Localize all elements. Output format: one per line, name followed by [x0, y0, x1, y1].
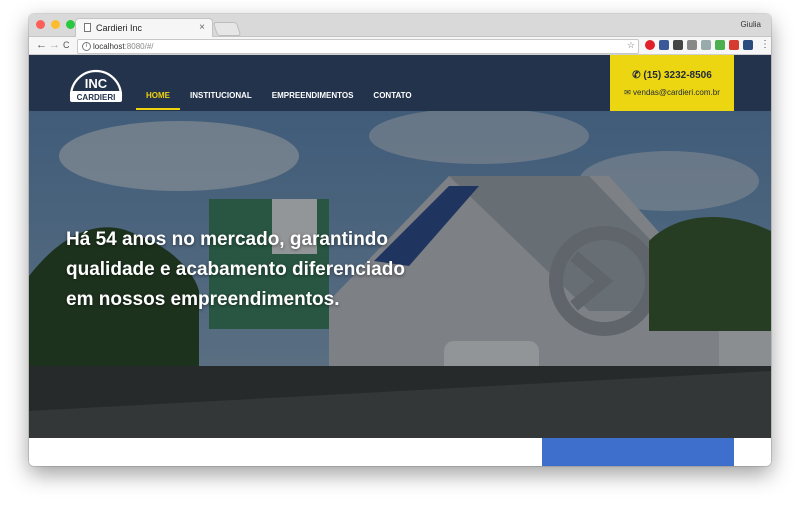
hero-line-3: em nossos empreendimentos.	[66, 289, 340, 310]
browser-window: Cardieri Inc × Giulia ← → C i localhost:…	[29, 14, 771, 466]
cardieri-logo[interactable]: INC CARDIERI	[68, 68, 124, 104]
hero-banner: Há 54 anos no mercado, garantindo qualid…	[29, 111, 771, 438]
contact-box: ✆ (15) 3232-8506 ✉ vendas@cardieri.com.b…	[610, 55, 734, 111]
nav-home[interactable]: HOME	[136, 85, 180, 110]
nav-empreendimentos[interactable]: EMPREENDIMENTOS	[262, 85, 364, 110]
extension-icon[interactable]	[687, 40, 697, 50]
envelope-icon: ✉	[624, 88, 631, 97]
logo-top-text: INC	[85, 76, 108, 91]
new-tab-button[interactable]	[212, 22, 242, 36]
cloud-extension-icon[interactable]	[701, 40, 711, 50]
zoom-window-button[interactable]	[66, 20, 75, 29]
hero-line-1: Há 54 anos no mercado, garantindo	[66, 229, 389, 250]
phone-icon: ✆	[632, 70, 641, 81]
window-controls	[36, 20, 75, 29]
minimize-window-button[interactable]	[51, 20, 60, 29]
extension-icon[interactable]	[743, 40, 753, 50]
extension-icon[interactable]	[729, 40, 739, 50]
featured-image-panel	[542, 438, 734, 466]
phone-line[interactable]: ✆ (15) 3232-8506	[610, 70, 734, 81]
email-address: vendas@cardieri.com.br	[633, 88, 720, 97]
phone-number: (15) 3232-8506	[643, 70, 712, 81]
url-text[interactable]: localhost:8080/#/	[93, 41, 154, 52]
site-header: INC CARDIERI HOME INSTITUCIONAL EMPREEND…	[29, 55, 771, 111]
tab-title: Cardieri Inc	[96, 23, 143, 33]
back-button[interactable]: ←	[36, 38, 47, 52]
reload-button[interactable]: C	[63, 38, 70, 52]
nav-institucional[interactable]: INSTITUCIONAL	[180, 85, 262, 110]
forward-button[interactable]: →	[49, 38, 60, 52]
extension-icon[interactable]	[715, 40, 725, 50]
hero-headline: Há 54 anos no mercado, garantindo qualid…	[66, 225, 526, 315]
hero-line-2: qualidade e acabamento diferenciado	[66, 259, 405, 280]
url-host: localhost	[93, 42, 125, 51]
url-path: :8080/#/	[124, 42, 154, 51]
tab-strip: Cardieri Inc × Giulia	[29, 14, 771, 37]
tab-cardieri[interactable]: Cardieri Inc ×	[75, 18, 213, 37]
profile-name[interactable]: Giulia	[741, 20, 761, 29]
address-bar[interactable]: i localhost:8080/#/ ☆	[77, 39, 639, 54]
document-icon	[84, 23, 91, 32]
email-line[interactable]: ✉ vendas@cardieri.com.br	[610, 88, 734, 97]
browser-toolbar: ← → C i localhost:8080/#/ ☆ ⋮	[29, 37, 771, 55]
main-nav: HOME INSTITUCIONAL EMPREENDIMENTOS CONTA…	[136, 85, 422, 110]
browser-menu-icon[interactable]: ⋮	[760, 38, 770, 52]
extension-icon[interactable]	[659, 40, 669, 50]
star-icon[interactable]: ☆	[627, 40, 635, 51]
mail-extension-icon[interactable]	[673, 40, 683, 50]
info-icon[interactable]: i	[82, 42, 91, 51]
website: INC CARDIERI HOME INSTITUCIONAL EMPREEND…	[29, 55, 771, 466]
tab-close-button[interactable]: ×	[199, 22, 205, 33]
logo-bottom-text: CARDIERI	[77, 93, 116, 102]
opera-extension-icon[interactable]	[645, 40, 655, 50]
nav-contato[interactable]: CONTATO	[363, 85, 421, 110]
close-window-button[interactable]	[36, 20, 45, 29]
